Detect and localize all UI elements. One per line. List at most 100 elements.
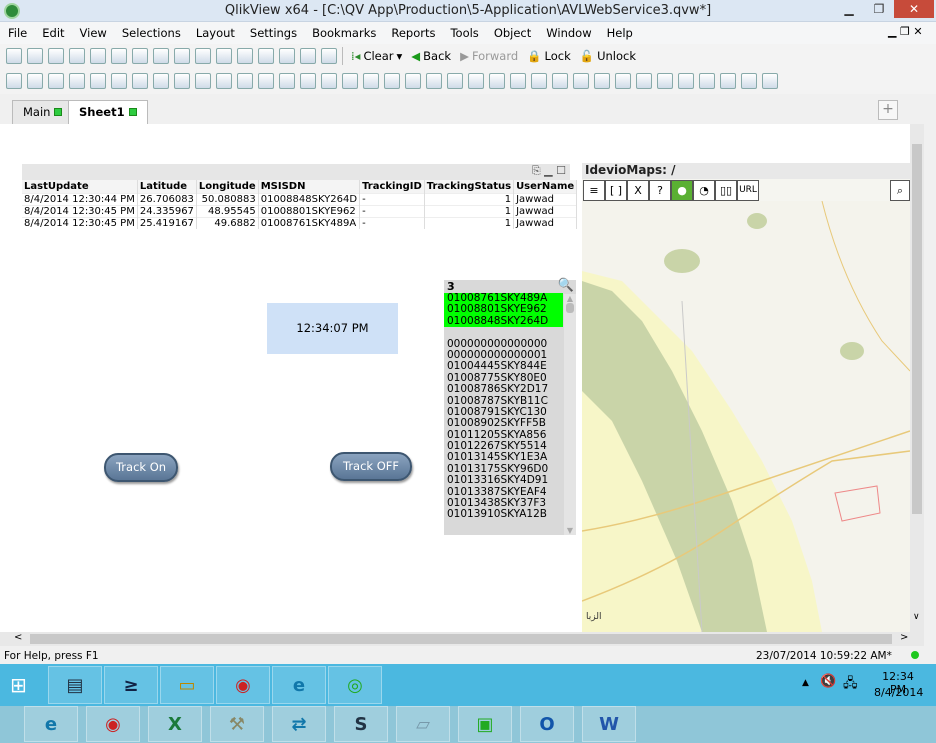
properties-icon[interactable] xyxy=(279,48,295,64)
menu-help[interactable]: Help xyxy=(599,22,640,40)
align-left-icon[interactable] xyxy=(468,73,484,89)
menu-settings[interactable]: Settings xyxy=(242,22,304,40)
outlook-icon[interactable]: O xyxy=(520,706,574,742)
pie-icon[interactable]: ◔ xyxy=(693,180,715,201)
add-sheet-button[interactable]: + xyxy=(878,100,898,120)
menu-reports[interactable]: Reports xyxy=(383,22,442,40)
listbox-scrollbar[interactable]: ▲ ▼ xyxy=(564,294,576,535)
clock-date[interactable]: 8/4/2014 xyxy=(874,686,923,699)
statistics-icon[interactable] xyxy=(111,73,127,89)
show-hidden-icons[interactable]: ▲ xyxy=(802,678,809,688)
file-explorer-icon[interactable]: ▭ xyxy=(160,666,214,704)
webview-icon[interactable] xyxy=(762,73,778,89)
notepad-icon[interactable]: ▱ xyxy=(396,706,450,742)
listbox-item[interactable]: 01013316SKY4D91 xyxy=(444,474,563,486)
scroll-thumb[interactable] xyxy=(30,634,892,644)
menu-layout[interactable]: Layout xyxy=(188,22,242,40)
edit-module-icon[interactable] xyxy=(720,73,736,89)
new-sheet-icon[interactable] xyxy=(6,73,22,89)
bookmark-icon[interactable] xyxy=(321,73,337,89)
slider-icon[interactable] xyxy=(300,73,316,89)
help-icon[interactable]: ? xyxy=(649,180,671,201)
menu-file[interactable]: File xyxy=(0,22,34,40)
bar-icon[interactable]: ▯▯ xyxy=(715,180,737,201)
column-header[interactable]: TrackingID xyxy=(359,180,425,193)
powershell-icon[interactable]: ≥ xyxy=(104,666,158,704)
tab-main[interactable]: Main xyxy=(12,100,74,124)
vertical-scrollbar[interactable]: ∨ xyxy=(910,124,924,632)
column-header[interactable]: TrackingStatus xyxy=(424,180,515,193)
sheet-props-icon[interactable] xyxy=(69,73,85,89)
fullscreen-icon[interactable]: [ ] xyxy=(605,180,627,201)
search-object-icon[interactable] xyxy=(342,73,358,89)
scroll-thumb[interactable] xyxy=(912,144,922,514)
design-grid-icon[interactable] xyxy=(405,73,421,89)
current-selections-icon[interactable] xyxy=(216,73,232,89)
eraser-icon[interactable] xyxy=(426,73,442,89)
network-icon[interactable] xyxy=(741,73,757,89)
edit-script-icon[interactable] xyxy=(111,48,127,64)
close-button[interactable]: ✕ xyxy=(894,0,934,18)
internet-explorer-icon[interactable]: e xyxy=(24,706,78,742)
reload-data-icon[interactable] xyxy=(132,48,148,64)
undo-icon[interactable] xyxy=(153,48,169,64)
reload-icon[interactable] xyxy=(48,48,64,64)
column-header[interactable]: MSISDN xyxy=(258,180,361,193)
scroll-thumb[interactable] xyxy=(566,303,574,313)
forward-button[interactable]: ▶ Forward xyxy=(457,49,521,63)
listbox-item-selected[interactable]: 01008848SKY264D xyxy=(444,315,563,328)
menu-window[interactable]: Window xyxy=(538,22,598,40)
column-header[interactable]: UserName xyxy=(513,180,578,193)
select-icon[interactable] xyxy=(216,48,232,64)
url-button[interactable]: URL xyxy=(737,180,759,201)
multibox-icon[interactable] xyxy=(153,73,169,89)
space-vertical-icon[interactable] xyxy=(594,73,610,89)
save-icon[interactable] xyxy=(69,48,85,64)
container-icon[interactable] xyxy=(363,73,379,89)
space-horizontal-icon[interactable] xyxy=(615,73,631,89)
text-icon[interactable] xyxy=(258,73,274,89)
redo-icon[interactable] xyxy=(174,48,190,64)
column-header[interactable]: Longitude xyxy=(196,180,259,193)
layer-fill-icon[interactable]: ● xyxy=(671,180,693,201)
button-icon[interactable] xyxy=(237,73,253,89)
menu-view[interactable]: View xyxy=(72,22,114,40)
align-right-icon[interactable] xyxy=(510,73,526,89)
align-middle-icon[interactable] xyxy=(552,73,568,89)
restore-button[interactable]: ❐ xyxy=(866,0,892,18)
search-icon[interactable] xyxy=(195,48,211,64)
internet-explorer-icon[interactable]: e xyxy=(272,666,326,704)
start-button[interactable]: ⊞ xyxy=(10,674,34,696)
menu-icon[interactable]: ≡ xyxy=(583,180,605,201)
teamviewer-icon[interactable]: ⇄ xyxy=(272,706,326,742)
adjust-top-icon[interactable] xyxy=(657,73,673,89)
sql-icon[interactable]: S xyxy=(334,706,388,742)
chart-icon[interactable] xyxy=(174,73,190,89)
volume-muted-icon[interactable]: 🔇 xyxy=(820,674,836,689)
map-canvas[interactable]: الزبا xyxy=(582,201,910,632)
chrome-icon[interactable]: ◉ xyxy=(216,666,270,704)
table-box-icon[interactable] xyxy=(132,73,148,89)
help-icon[interactable] xyxy=(300,48,316,64)
tools-icon[interactable]: ⚒ xyxy=(210,706,264,742)
word-icon[interactable]: W xyxy=(582,706,636,742)
server-manager-icon[interactable]: ▤ xyxy=(48,666,102,704)
network-icon[interactable]: 🖧 xyxy=(843,674,858,696)
column-header[interactable]: LastUpdate xyxy=(22,180,138,193)
menu-tools[interactable]: Tools xyxy=(442,22,485,40)
doc-window-controls[interactable]: ▁ ❐ ✕ xyxy=(888,25,923,38)
column-header[interactable]: Latitude xyxy=(137,180,197,193)
listbox-item[interactable]: 01013910SKYA12B xyxy=(444,509,563,521)
whats-this-icon[interactable] xyxy=(321,48,337,64)
align-icon[interactable] xyxy=(447,73,463,89)
listbox-item[interactable]: 01008902SKYFF5B xyxy=(444,417,563,429)
clear-map-icon[interactable]: X xyxy=(627,180,649,201)
listbox-item[interactable]: 01008786SKY2D17 xyxy=(444,383,563,395)
table-row[interactable]: 8/4/2014 12:30:44 PM 26.706083 50.080883 01… xyxy=(22,192,578,205)
excel-icon[interactable]: X xyxy=(148,706,202,742)
unlock-button[interactable]: 🔓 Unlock xyxy=(577,49,639,63)
import-icon[interactable] xyxy=(27,73,43,89)
remote-desktop-icon[interactable]: ▣ xyxy=(458,706,512,742)
minimize-button[interactable]: ▁ xyxy=(836,0,862,18)
zoom-box-icon[interactable]: ⌕ xyxy=(890,180,910,201)
